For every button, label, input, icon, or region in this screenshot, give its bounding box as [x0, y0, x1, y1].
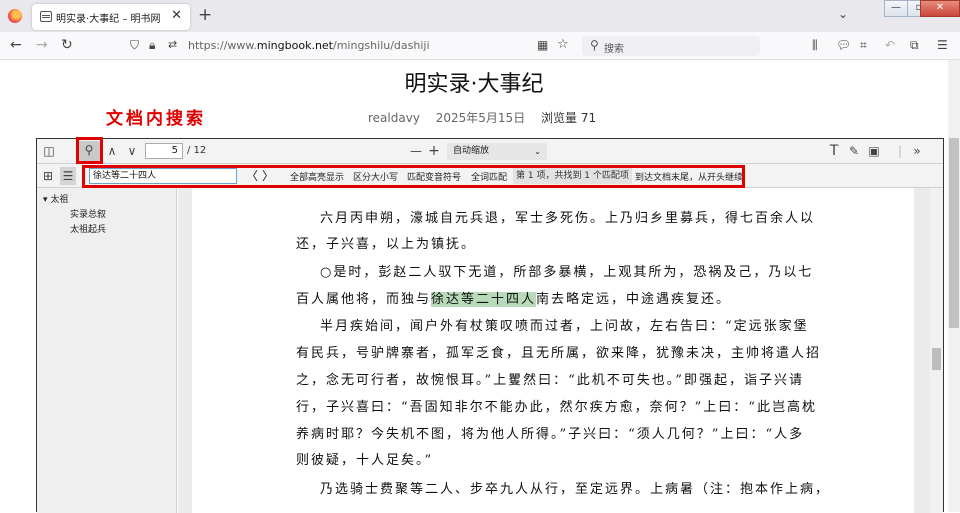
pdf-viewer: ◫ ⚲ ∧ ∨ 5 / 12 — + 自动缩放 ⌄ T ✎ ▣ | » ⊞ ☰ …	[36, 137, 944, 513]
nav-bar: ← → ↻ ⛉ 🔒︎ ⇄ https://www.mingbook.net/mi…	[0, 32, 960, 60]
bookmark-star-icon[interactable]: ☆	[557, 37, 569, 53]
permissions-icon[interactable]: ⇄	[168, 37, 177, 53]
url-bar[interactable]: https://www.mingbook.net/mingshilu/dashi…	[188, 39, 430, 52]
firefox-icon[interactable]	[8, 9, 22, 23]
undo-icon[interactable]: ↶	[885, 37, 895, 53]
zoom-select-value: 自动缩放	[453, 146, 490, 156]
sidebar-toggle-icon[interactable]: ◫	[41, 142, 57, 160]
page-title: 明实录·大事纪	[404, 72, 544, 97]
chat-icon[interactable]: 💬︎	[836, 37, 851, 53]
thumbnails-icon[interactable]: ⊞	[41, 167, 55, 185]
viewer-toolbar: ◫ ⚲ ∧ ∨ 5 / 12 — + 自动缩放 ⌄ T ✎ ▣ | »	[37, 139, 943, 164]
extensions-icon[interactable]: ⧉	[910, 37, 919, 53]
find-bar-highlight-box	[82, 165, 745, 188]
new-tab-button[interactable]: +	[198, 5, 212, 25]
draw-tool-icon[interactable]: ✎	[847, 142, 861, 160]
viewer-scrollbar[interactable]	[930, 188, 943, 513]
browser-tab[interactable]: 明实录·大事纪 – 明书网 ✕	[32, 4, 190, 30]
tab-title: 明实录·大事纪 – 明书网	[56, 14, 161, 25]
text-line: ○是时，彭赵二人驭下无道，所部多暴横，上观其所为，恐祸及己，乃以七	[320, 265, 814, 280]
text-line: 则彼疑，十人足矣。”	[296, 453, 434, 468]
zoom-in-button[interactable]: +	[427, 142, 441, 160]
library-icon[interactable]: ⫼	[812, 37, 818, 53]
outline-icon[interactable]: ☰	[60, 167, 76, 185]
text-line: 有民兵，号驴牌寨者，孤军乏食，且无所属，欲来降，犹豫未决，主帅将遣人招	[296, 346, 822, 361]
search-match-highlight: 徐达等二十四人	[431, 292, 537, 307]
search-icon: ⚲	[590, 38, 599, 52]
qr-code-icon[interactable]: ▦	[537, 37, 548, 53]
view-count: 浏览量 71	[541, 111, 597, 125]
url-domain: mingbook.net	[256, 39, 333, 52]
site-favicon-icon	[40, 11, 52, 22]
post-meta: realdavy 2025年5月15日 浏览量 71	[368, 109, 608, 126]
author[interactable]: realdavy	[368, 111, 420, 125]
collapse-triangle-icon[interactable]: ▾	[43, 195, 48, 205]
outline-item[interactable]: 太祖起兵	[70, 222, 106, 235]
doc-search-annotation: 文档内搜索	[106, 109, 206, 129]
minimize-button[interactable]: —	[884, 0, 908, 17]
page-count: / 12	[187, 145, 207, 156]
text-line: 六月丙申朔，濠城自元兵退，军士多死伤。上乃归乡里募兵，得七百余人以	[320, 211, 816, 226]
outline-sidebar: ▾ 太祖 实录总叙 太祖起兵	[37, 188, 177, 513]
document-page: 六月丙申朔，濠城自元兵退，军士多死伤。上乃归乡里募兵，得七百余人以 还，子兴喜，…	[192, 188, 914, 513]
chevron-down-icon: ⌄	[534, 147, 541, 156]
next-page-icon[interactable]: ∨	[125, 142, 139, 160]
text-line: 之，念无可行者，故惋恨耳。”上矍然曰：“此机不可失也。”即强起，诣子兴请	[296, 373, 804, 388]
search-bar[interactable]: ⚲ 搜索	[582, 36, 760, 56]
url-prefix: https://www.	[188, 39, 257, 52]
tab-close-button[interactable]: ✕	[171, 8, 182, 23]
zoom-select[interactable]: 自动缩放 ⌄	[447, 143, 547, 160]
image-tool-icon[interactable]: ▣	[867, 142, 881, 160]
divider: |	[897, 144, 903, 158]
text-line: 养病时耶？今失机不图，将为他人所得。”子兴曰：“须人几何？”上曰：“人多	[296, 427, 805, 442]
window-close-button[interactable]: ✕	[920, 0, 960, 17]
text-line: 还，子兴喜，以上为镇抚。	[296, 237, 477, 252]
text-line: 半月疾始间，闻户外有杖策叹喷而过者，上问故，左右告曰：“定远张家堡	[320, 319, 809, 334]
search-placeholder: 搜索	[604, 44, 624, 55]
crop-icon[interactable]: ⌗	[860, 37, 867, 53]
list-all-tabs-icon[interactable]: ⌄	[838, 7, 848, 21]
viewer-scrollbar-thumb[interactable]	[932, 348, 941, 370]
page-scrollbar-thumb[interactable]	[949, 138, 959, 328]
outline-item[interactable]: 实录总叙	[70, 207, 106, 220]
text-segment: 百人属他将，而独与	[296, 292, 432, 307]
forward-icon[interactable]: →	[36, 37, 48, 53]
document-area: 六月丙申朔，濠城自元兵退，军士多死伤。上乃归乡里募兵，得七百余人以 还，子兴喜，…	[178, 188, 930, 513]
tab-bar: 明实录·大事纪 – 明书网 ✕ + ⌄ — ▫ ✕	[0, 0, 960, 32]
page-scrollbar[interactable]	[948, 60, 960, 512]
more-tools-icon[interactable]: »	[907, 142, 927, 160]
shield-icon[interactable]: ⛉	[130, 37, 139, 53]
url-path: /mingshilu/dashiji	[333, 39, 430, 52]
menu-icon[interactable]: ☰	[937, 37, 948, 53]
text-line: 乃选骑士费聚等二人、步卒九人从行，至定远界。上病暑（注：抱本作上病，	[320, 482, 831, 497]
zoom-out-button[interactable]: —	[409, 142, 423, 160]
reload-icon[interactable]: ↻	[61, 37, 73, 53]
lock-icon[interactable]: 🔒︎	[149, 37, 155, 53]
page-number-input[interactable]: 5	[145, 143, 183, 159]
text-segment: 南去略定远，中途遇疾复还。	[536, 292, 732, 307]
find-button-highlight-box	[76, 137, 103, 164]
text-line: 行，子兴喜曰：“吾固知非尔不能办此，然尔疾方愈，奈何？”上曰：“此岂高枕	[296, 400, 817, 415]
outline-root-label: 太祖	[50, 195, 69, 205]
text-tool-icon[interactable]: T	[827, 142, 841, 160]
previous-page-icon[interactable]: ∧	[105, 142, 119, 160]
text-line: 百人属他将，而独与徐达等二十四人南去略定远，中途遇疾复还。	[296, 287, 731, 313]
back-icon[interactable]: ←	[10, 37, 22, 53]
post-date: 2025年5月15日	[435, 111, 526, 125]
outline-root[interactable]: ▾ 太祖	[43, 192, 68, 205]
